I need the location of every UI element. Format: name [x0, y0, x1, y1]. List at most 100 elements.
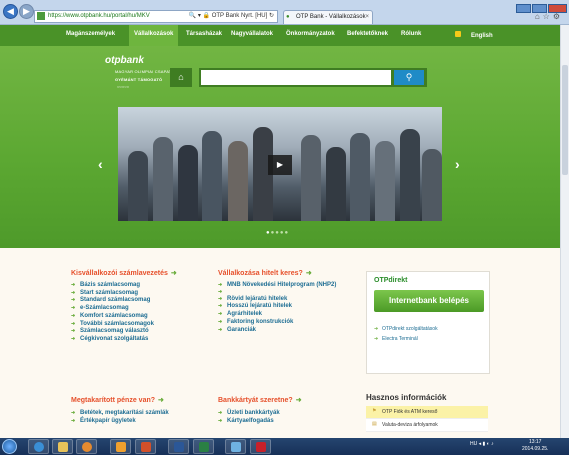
list-item[interactable]: Garanciák — [218, 327, 336, 335]
section-title-cards[interactable]: Bankkártyát szeretne? ➜ — [218, 396, 302, 404]
credit-list: MNB Növekedési Hitelprogram (NHP2) Rövid… — [218, 282, 336, 334]
address-bar[interactable]: https://www.otpbank.hu/portal/hu/MKV 🔍 ▾… — [34, 10, 278, 23]
list-item[interactable]: Betétek, megtakarítási számlák — [71, 410, 169, 418]
useful-info-box: Hasznos információk ⚑ OTP Fiók és ATM ker… — [366, 393, 488, 432]
lang-indicator[interactable]: HU — [470, 441, 477, 447]
list-item[interactable]: e-Számlacsomag — [71, 305, 154, 313]
secure-lock-icon — [37, 12, 45, 20]
nav-item-tarsashazak[interactable]: Társasházak — [186, 31, 222, 37]
nav-item-vallalkozasok[interactable]: Vállalkozások — [129, 25, 179, 46]
otpdirekt-links: OTPdirekt szolgáltatások Electra Terminá… — [374, 324, 438, 344]
otpdirekt-title: OTPdirekt — [374, 277, 408, 284]
home-button[interactable]: ⌂ — [170, 68, 192, 87]
start-button[interactable] — [2, 439, 17, 454]
clock[interactable]: 13:17 2014.09.25. — [522, 439, 548, 453]
list-item[interactable]: Faktoring konstrukciók — [218, 319, 336, 327]
acrobat-icon — [256, 442, 266, 452]
section-title-savings[interactable]: Megtakarított pénze van? ➜ — [71, 396, 164, 404]
list-item[interactable]: Értékpapír ügyletek — [71, 418, 169, 426]
cards-list: Üzleti bankkártyák Kártyaelfogadás — [218, 410, 280, 425]
nav-item-befektetoknek[interactable]: Befektetőknek — [347, 31, 388, 37]
flag-icon — [455, 31, 461, 37]
taskbar-explorer[interactable] — [52, 439, 73, 454]
language-switch[interactable]: English — [455, 31, 493, 39]
favorites-icon[interactable]: ☆ — [543, 12, 553, 21]
otp-logo[interactable]: otpbank MAGYAR OLIMPIAI CSAPAT GYÉMÁNT T… — [105, 55, 171, 89]
arrow-right-icon: ➜ — [158, 397, 164, 404]
carousel-next-arrow[interactable]: › — [455, 156, 460, 172]
back-button[interactable]: ◀ — [3, 4, 18, 19]
nav-item-onkormanyzatok[interactable]: Önkormányzatok — [286, 31, 335, 37]
list-item[interactable]: Kártyaelfogadás — [218, 418, 280, 426]
word-icon — [174, 442, 184, 452]
arrow-right-icon: ➜ — [170, 270, 177, 277]
play-button[interactable]: ▶ — [268, 155, 292, 175]
list-item[interactable]: Agrárhitelek — [218, 311, 336, 319]
section-title-credit[interactable]: Vállalkozása hitelt keres? ➜ — [218, 269, 312, 277]
home-icon[interactable]: ⌂ — [535, 12, 543, 21]
system-tray: HU ◂ ▮ ◐ ♪ — [470, 441, 494, 447]
savings-list: Betétek, megtakarítási számlák Értékpapí… — [71, 410, 169, 425]
scrollbar-thumb[interactable] — [562, 65, 568, 175]
taskbar-paint[interactable] — [225, 439, 246, 454]
pin-icon: ⚑ — [372, 408, 377, 414]
taskbar-excel[interactable] — [193, 439, 214, 454]
site-identity[interactable]: 🔍 ▾ 🔒 OTP Bank Nyrt. [HU] ↻ — [189, 11, 274, 22]
list-item[interactable]: Cégkivonat szolgáltatás — [71, 336, 154, 344]
list-item — [218, 289, 336, 297]
media-icon — [82, 442, 92, 452]
list-item[interactable]: Rövid lejáratú hitelek — [218, 296, 336, 304]
browser-tab[interactable]: ● OTP Bank - Vállalkozások × — [283, 10, 373, 24]
nav-item-rolunk[interactable]: Rólunk — [401, 31, 421, 37]
internetbank-login-button[interactable]: Internetbank belépés — [374, 290, 484, 312]
list-item[interactable]: Bázis számlacsomag — [71, 282, 154, 290]
chart-icon: ▤ — [372, 421, 377, 427]
vertical-scrollbar[interactable] — [560, 25, 569, 438]
list-item[interactable]: További számlacsomagok — [71, 321, 154, 329]
browser-toolbar-icons: ⌂☆⚙ — [535, 12, 563, 21]
taskbar-acrobat[interactable] — [250, 439, 271, 454]
carousel-prev-arrow[interactable]: ‹ — [98, 156, 103, 172]
forward-button[interactable]: ▶ — [19, 4, 34, 19]
logo-text: otpbank — [105, 55, 144, 66]
folder-icon — [58, 442, 68, 452]
atm-finder-link[interactable]: ⚑ OTP Fiók és ATM kereső — [366, 406, 488, 419]
play-icon: ▶ — [276, 160, 284, 169]
list-item[interactable]: Komfort számlacsomag — [71, 313, 154, 321]
nav-item-nagyvallalatok[interactable]: Nagyvállalatok — [231, 31, 273, 37]
list-item[interactable]: Hosszú lejáratú hitelek — [218, 303, 336, 311]
list-item[interactable]: Számlacsomag választó — [71, 328, 154, 336]
otpdirekt-link[interactable]: OTPdirekt szolgáltatások — [374, 324, 438, 334]
list-item[interactable]: Standard számlacsomag — [71, 297, 154, 305]
url-text: https://www.otpbank.hu/portal/hu/MKV — [48, 13, 150, 19]
otpdirekt-box: OTPdirekt Internetbank belépés OTPdirekt… — [366, 271, 490, 374]
otpdirekt-link[interactable]: Electra Terminál — [374, 334, 438, 344]
sponsor-level: GYÉMÁNT TÁMOGATÓ — [115, 77, 163, 82]
favicon-icon: ● — [286, 14, 290, 20]
list-item[interactable]: Start számlacsomag — [71, 290, 154, 298]
small-business-list: Bázis számlacsomag Start számlacsomag St… — [71, 282, 154, 344]
exchange-rates-link[interactable]: ▤ Valuta-deviza árfolyamok — [366, 419, 488, 432]
taskbar-word[interactable] — [168, 439, 189, 454]
minimize-button[interactable] — [516, 4, 531, 13]
taskbar-media[interactable] — [76, 439, 97, 454]
carousel-dots[interactable]: ●●●●● — [266, 230, 289, 236]
sponsor-text: MAGYAR OLIMPIAI CSAPAT — [115, 69, 172, 74]
taskbar-outlook[interactable] — [110, 439, 131, 454]
main-nav: Magánszemélyek Vállalkozások Társasházak… — [0, 25, 560, 46]
taskbar-powerpoint[interactable] — [135, 439, 156, 454]
search-input[interactable] — [201, 70, 391, 85]
list-item[interactable]: Üzleti bankkártyák — [218, 410, 280, 418]
paint-icon — [231, 442, 241, 452]
close-tab-icon[interactable]: × — [365, 11, 369, 23]
powerpoint-icon — [141, 442, 151, 452]
taskbar-ie[interactable] — [28, 439, 49, 454]
section-title-small-business[interactable]: Kisvállalkozói számlavezetés ➜ — [71, 269, 177, 277]
outlook-icon — [116, 442, 126, 452]
search-icon: ⚲ — [405, 72, 413, 82]
olympic-rings-icon: ○○○○○ — [117, 84, 130, 89]
search-button[interactable]: ⚲ — [394, 70, 424, 85]
nav-item-maganszemelyek[interactable]: Magánszemélyek — [66, 31, 115, 37]
settings-icon[interactable]: ⚙ — [553, 12, 563, 21]
video-slide[interactable]: ▶ — [118, 107, 442, 221]
